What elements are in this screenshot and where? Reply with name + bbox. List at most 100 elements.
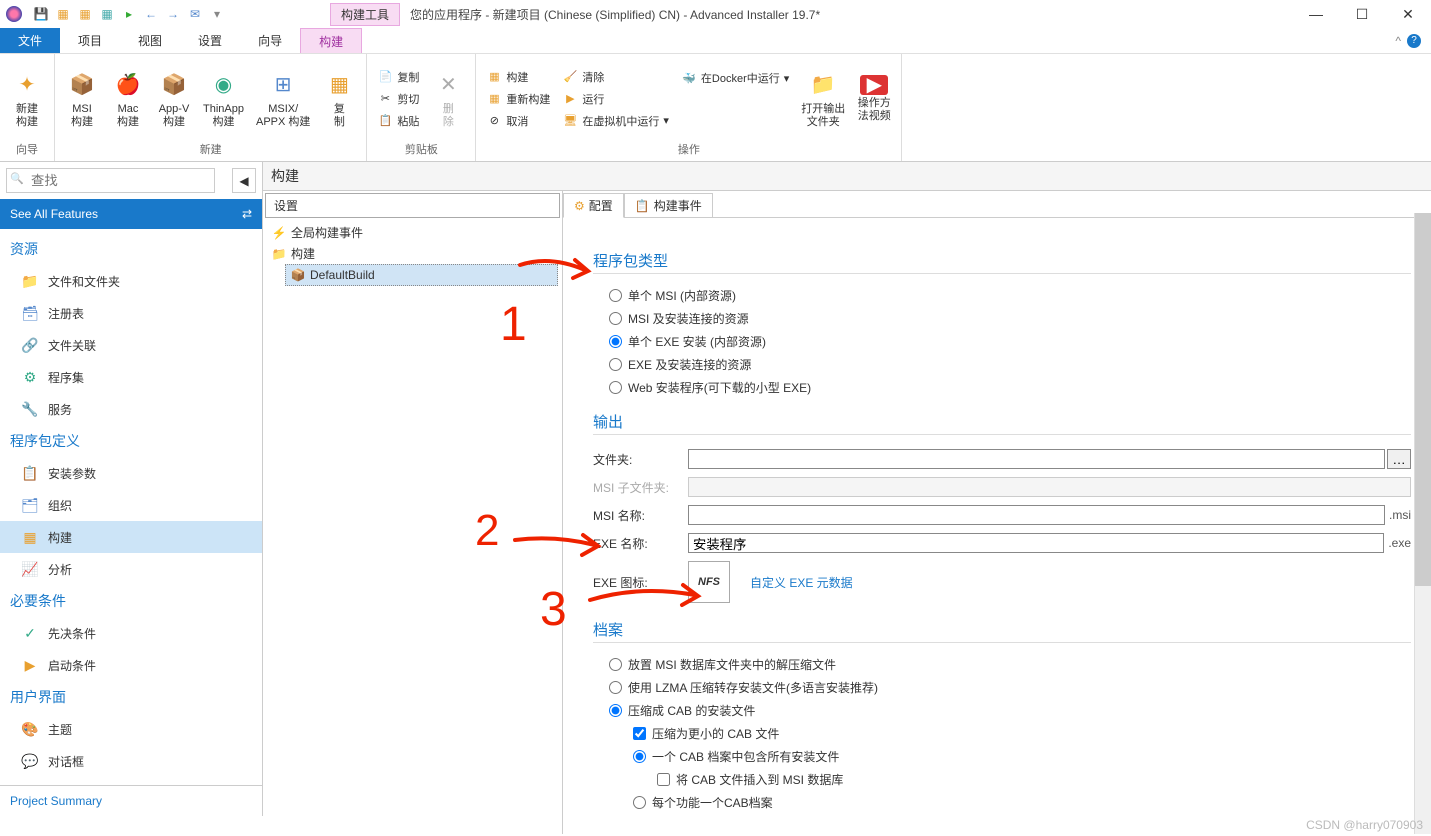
tree-default-build[interactable]: 📦DefaultBuild <box>285 264 558 286</box>
mail-icon[interactable]: ✉ <box>186 5 204 23</box>
new-build-button[interactable]: ✦新建 构建 <box>6 58 48 139</box>
window-title: 您的应用程序 - 新建项目 (Chinese (Simplified) CN) … <box>410 6 1293 23</box>
section-resources: 资源 <box>0 233 262 265</box>
search-input[interactable] <box>6 168 215 193</box>
check-smaller-cab[interactable] <box>633 727 646 740</box>
clear-action[interactable]: 🧹清除 <box>558 67 673 87</box>
dropdown-icon[interactable]: ▾ <box>208 5 226 23</box>
nav-dialogs[interactable]: 💬对话框 <box>0 745 262 777</box>
run-vm-action[interactable]: 🖥在虚拟机中运行▾ <box>558 111 673 131</box>
build-tree-panel: 设置 ⚡全局构建事件 📁构建 📦DefaultBuild <box>263 191 563 834</box>
check-insert-cab-msi[interactable] <box>657 773 670 786</box>
browse-folder-button[interactable]: … <box>1387 449 1411 469</box>
chevron-up-icon[interactable]: ^ <box>1395 34 1401 48</box>
nav-prereq[interactable]: ✓先决条件 <box>0 617 262 649</box>
radio-exe-linked[interactable] <box>609 358 622 371</box>
options-icon[interactable]: ▦ <box>76 5 94 23</box>
cut-button: ✂剪切 <box>373 89 423 109</box>
radio-web-install[interactable] <box>609 381 622 394</box>
tab-config[interactable]: ⚙配置 <box>563 193 624 218</box>
close-button[interactable]: ✕ <box>1385 0 1431 28</box>
section-required: 必要条件 <box>0 585 262 617</box>
msix-build-button[interactable]: ⊞MSIX/ APPX 构建 <box>252 58 314 139</box>
build-icon[interactable]: ▦ <box>54 5 72 23</box>
gear-icon: ⚙ <box>574 199 585 213</box>
group-label-actions: 操作 <box>482 139 895 157</box>
nav-launch[interactable]: ▶启动条件 <box>0 649 262 681</box>
msi-build-button[interactable]: 📦MSI 构建 <box>61 58 103 139</box>
howto-video[interactable]: ▶操作方 法视频 <box>853 58 895 139</box>
context-tab-label: 构建工具 <box>330 3 400 26</box>
content-panel: ⚙配置 📋构建事件 程序包类型 单个 MSI (内部资源) MSI 及安装连接的… <box>563 191 1431 834</box>
events-icon: 📋 <box>635 199 650 213</box>
project-summary-link[interactable]: Project Summary <box>0 785 262 816</box>
copy-button: 📄复制 <box>373 67 423 87</box>
cancel-action: ⊘取消 <box>482 111 554 131</box>
nav-services[interactable]: 🔧服务 <box>0 393 262 425</box>
section-ui: 用户界面 <box>0 681 262 713</box>
radio-uncompressed[interactable] <box>609 658 622 671</box>
nav-assemblies[interactable]: ⚙程序集 <box>0 361 262 393</box>
open-output-folder[interactable]: 📁打开输出 文件夹 <box>797 58 849 139</box>
nav-files[interactable]: 📁文件和文件夹 <box>0 265 262 297</box>
run-icon[interactable]: ▦ <box>98 5 116 23</box>
build-action[interactable]: ▦构建 <box>482 67 554 87</box>
group-label-wizard: 向导 <box>6 139 48 157</box>
minimize-button[interactable]: — <box>1293 0 1339 28</box>
radio-cab-per-feature[interactable] <box>633 796 646 809</box>
nav-file-assoc[interactable]: 🔗文件关联 <box>0 329 262 361</box>
titlebar: 💾 ▦ ▦ ▦ ▸ ← → ✉ ▾ 构建工具 您的应用程序 - 新建项目 (Ch… <box>0 0 1431 28</box>
collapse-sidebar-button[interactable]: ◀ <box>232 168 256 193</box>
nav-analytics[interactable]: 📈分析 <box>0 553 262 585</box>
radio-cab[interactable] <box>609 704 622 717</box>
group-label-new: 新建 <box>61 139 360 157</box>
section-output: 输出 <box>593 411 1411 435</box>
radio-msi-linked[interactable] <box>609 312 622 325</box>
menu-tabs: 文件 项目 视图 设置 向导 构建 ^ ? <box>0 28 1431 54</box>
tab-settings[interactable]: 设置 <box>180 28 240 53</box>
thinapp-build-button[interactable]: ◉ThinApp 构建 <box>199 58 248 139</box>
tree-build-folder[interactable]: 📁构建 <box>267 243 558 264</box>
nav-organization[interactable]: 🗂组织 <box>0 489 262 521</box>
section-archive: 档案 <box>593 619 1411 643</box>
see-all-features[interactable]: See All Features⇄ <box>0 199 262 229</box>
nav-registry[interactable]: 🗃注册表 <box>0 297 262 329</box>
exe-name-input[interactable] <box>688 533 1384 553</box>
vertical-scrollbar[interactable] <box>1414 213 1431 834</box>
radio-lzma[interactable] <box>609 681 622 694</box>
save-icon[interactable]: 💾 <box>32 5 50 23</box>
nav-theme[interactable]: 🎨主题 <box>0 713 262 745</box>
quick-access-toolbar: 💾 ▦ ▦ ▦ ▸ ← → ✉ ▾ <box>28 5 230 23</box>
play-icon[interactable]: ▸ <box>120 5 138 23</box>
tab-project[interactable]: 项目 <box>60 28 120 53</box>
msi-name-input[interactable] <box>688 505 1385 525</box>
appv-build-button[interactable]: 📦App-V 构建 <box>153 58 195 139</box>
nav-install-params[interactable]: 📋安装参数 <box>0 457 262 489</box>
ribbon: ✦新建 构建 向导 📦MSI 构建 🍎Mac 构建 📦App-V 构建 ◉Thi… <box>0 54 1431 162</box>
run-docker-action[interactable]: 🐳在Docker中运行▾ <box>677 68 793 88</box>
tab-view[interactable]: 视图 <box>120 28 180 53</box>
section-pkgdef: 程序包定义 <box>0 425 262 457</box>
help-icon[interactable]: ? <box>1407 34 1421 48</box>
run-action[interactable]: ▶运行 <box>558 89 673 109</box>
tab-build[interactable]: 构建 <box>300 28 362 53</box>
tab-wizard[interactable]: 向导 <box>240 28 300 53</box>
tab-build-events[interactable]: 📋构建事件 <box>624 193 713 218</box>
radio-single-exe[interactable] <box>609 335 622 348</box>
maximize-button[interactable]: ☐ <box>1339 0 1385 28</box>
copy-build-button[interactable]: ▦复 制 <box>318 58 360 139</box>
paste-button: 📋粘贴 <box>373 111 423 131</box>
radio-one-cab[interactable] <box>633 750 646 763</box>
exe-icon-preview[interactable]: NFS <box>688 561 730 603</box>
back-icon[interactable]: ← <box>142 5 160 23</box>
forward-icon[interactable]: → <box>164 5 182 23</box>
tree-global-events[interactable]: ⚡全局构建事件 <box>267 222 558 243</box>
nav-build[interactable]: ▦构建 <box>0 521 262 553</box>
radio-single-msi[interactable] <box>609 289 622 302</box>
rebuild-action[interactable]: ▦重新构建 <box>482 89 554 109</box>
msi-subfolder-input <box>688 477 1411 497</box>
tab-file[interactable]: 文件 <box>0 28 60 53</box>
folder-input[interactable] <box>688 449 1385 469</box>
custom-exe-metadata-link[interactable]: 自定义 EXE 元数据 <box>750 574 853 591</box>
mac-build-button[interactable]: 🍎Mac 构建 <box>107 58 149 139</box>
